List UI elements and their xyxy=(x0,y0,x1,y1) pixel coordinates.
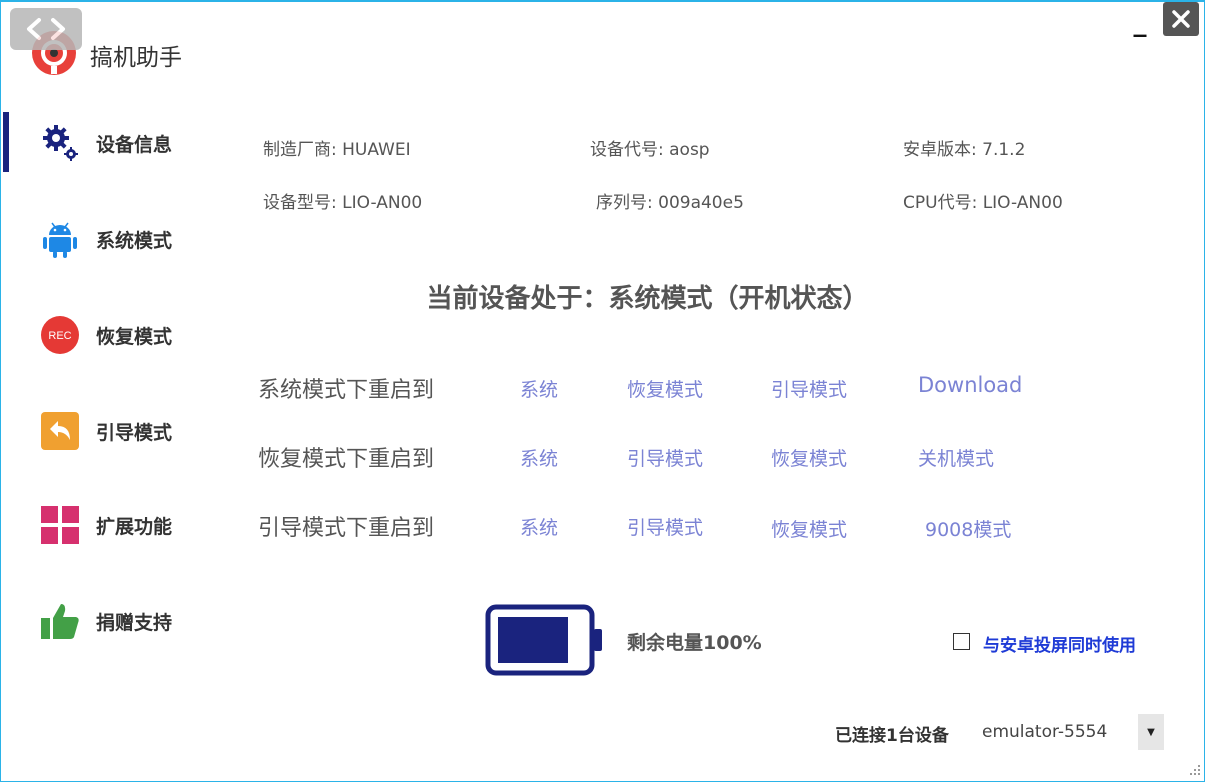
reboot-option-link[interactable]: 引导模式 xyxy=(771,375,847,402)
sidebar-item-device-info[interactable]: 设备信息 xyxy=(0,112,220,172)
screen-mirror-checkbox[interactable] xyxy=(953,633,970,650)
reboot-row-label: 恢复模式下重启到 xyxy=(258,447,435,472)
sidebar-item-bootloader-mode[interactable]: 引导模式 xyxy=(0,400,220,460)
reboot-option-link[interactable]: 引导模式 xyxy=(627,444,703,471)
sidebar-item-label: 设备信息 xyxy=(96,134,173,156)
reboot-option-link[interactable]: 9008模式 xyxy=(925,515,1011,542)
reboot-option-link[interactable]: 系统 xyxy=(520,444,558,471)
serial-info: 序列号: 009a40e5 xyxy=(596,193,744,213)
back-arrow-icon xyxy=(41,412,79,450)
sidebar-item-label: 扩展功能 xyxy=(96,516,173,538)
battery-icon xyxy=(485,604,602,676)
cpu-code-info: CPU代号: LIO-AN00 xyxy=(903,193,1063,213)
manufacturer-info: 制造厂商: HUAWEI xyxy=(263,140,411,160)
sidebar-item-extensions[interactable]: 扩展功能 xyxy=(0,494,220,554)
reboot-option-link[interactable]: 系统 xyxy=(520,513,558,540)
history-nav-button[interactable] xyxy=(10,8,82,50)
close-button[interactable] xyxy=(1163,2,1199,36)
battery-level-fill xyxy=(498,617,568,663)
reboot-row-label: 引导模式下重启到 xyxy=(258,516,435,541)
app-title: 搞机助手 xyxy=(90,45,182,71)
device-model-info: 设备型号: LIO-AN00 xyxy=(263,193,423,213)
sidebar-item-system-mode[interactable]: 系统模式 xyxy=(0,208,220,268)
device-select-value: emulator-5554 xyxy=(982,722,1108,742)
reboot-option-link[interactable]: Download xyxy=(918,373,1022,397)
reboot-option-link[interactable]: 引导模式 xyxy=(627,513,703,540)
sidebar-item-label: 恢复模式 xyxy=(96,326,173,348)
reboot-option-link[interactable]: 恢复模式 xyxy=(627,375,703,402)
device-status: 当前设备处于：系统模式（开机状态） xyxy=(426,284,869,314)
close-icon xyxy=(1172,10,1190,28)
resize-grip-icon[interactable] xyxy=(1186,762,1202,778)
android-icon xyxy=(43,222,77,258)
sidebar-item-donate[interactable]: 捐赠支持 xyxy=(0,590,220,650)
reboot-option-link[interactable]: 关机模式 xyxy=(918,444,994,471)
device-select[interactable]: emulator-5554 ▼ xyxy=(972,714,1164,750)
gear-icon xyxy=(43,125,78,161)
chevron-left-right-icon xyxy=(27,18,65,40)
connected-devices-text: 已连接1台设备 xyxy=(835,726,949,746)
android-version-info: 安卓版本: 7.1.2 xyxy=(903,140,1026,160)
sidebar-item-label: 引导模式 xyxy=(96,422,173,444)
minimize-button[interactable]: _ xyxy=(1130,8,1150,38)
device-code-info: 设备代号: aosp xyxy=(590,140,710,160)
sidebar-item-label: 系统模式 xyxy=(96,230,173,252)
sidebar-item-label: 捐赠支持 xyxy=(96,612,173,634)
chevron-down-icon[interactable]: ▼ xyxy=(1138,714,1164,750)
screen-mirror-label[interactable]: 与安卓投屏同时使用 xyxy=(983,631,1136,656)
grid-icon xyxy=(41,506,79,544)
reboot-option-link[interactable]: 恢复模式 xyxy=(771,444,847,471)
rec-icon: REC xyxy=(41,316,79,354)
rec-icon-text: REC xyxy=(48,330,71,342)
battery-level-text: 剩余电量100% xyxy=(627,632,762,654)
reboot-row-label: 系统模式下重启到 xyxy=(258,378,435,403)
thumbs-up-icon xyxy=(41,604,79,639)
reboot-option-link[interactable]: 恢复模式 xyxy=(771,515,847,542)
reboot-option-link[interactable]: 系统 xyxy=(520,375,558,402)
